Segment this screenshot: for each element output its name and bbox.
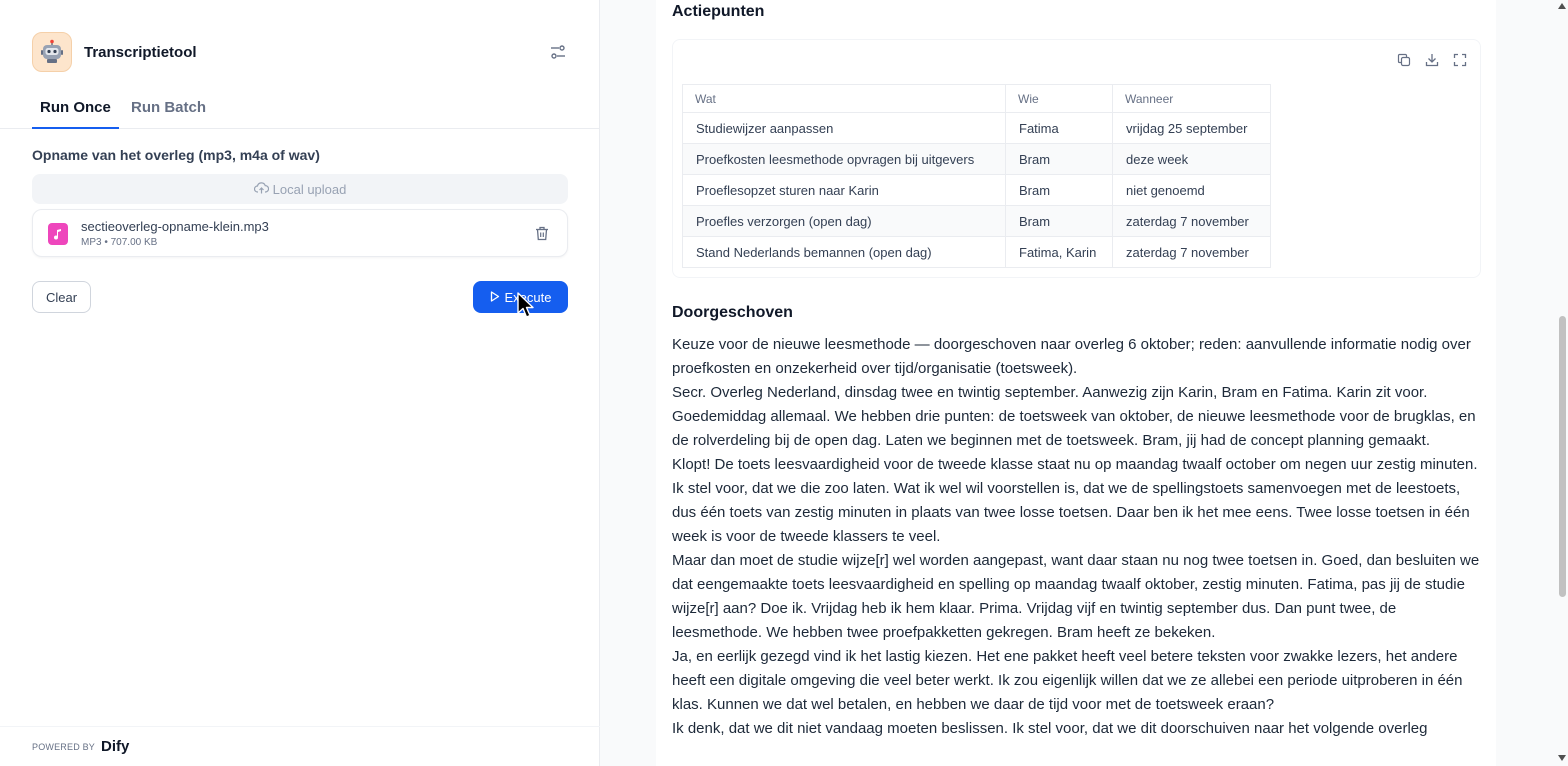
paragraph: Klopt! De toets leesvaardigheid voor de … [672,456,1478,545]
scroll-up-arrow-icon[interactable] [1558,3,1566,9]
table-row: Studiewijzer aanpassen Fatima vrijdag 25… [682,112,1271,144]
dify-logo[interactable]: Dify [101,738,129,755]
local-upload-button[interactable]: Local upload [32,174,568,204]
mouse-cursor-icon [517,292,534,318]
cell-wat: Studiewijzer aanpassen [682,112,1006,144]
table-header-row: Wat Wie Wanneer [682,84,1271,113]
file-meta: MP3 • 707.00 KB [81,237,157,248]
copy-icon[interactable] [1396,52,1412,68]
robot-icon [32,32,72,72]
audio-file-icon [48,223,68,245]
paragraph: Maar dan moet de studie wijze[r] wel wor… [672,552,1480,641]
local-upload-label: Local upload [272,181,347,197]
actiepunten-table-block: Wat Wie Wanneer Studiewijzer aanpassen F… [672,39,1481,278]
file-name: sectieoverleg-opname-klein.mp3 [81,219,269,234]
cell-wat: Proeflesopzet sturen naar Karin [682,174,1006,206]
table-row: Proefles verzorgen (open dag) Bram zater… [682,205,1271,237]
paragraph: Ik denk, dat we dit niet vandaag moeten … [672,720,1428,737]
paragraph: Secr. Overleg Nederland, dinsdag twee en… [672,384,1476,449]
cell-wanneer: deze week [1112,143,1271,175]
result-panel: Actiepunten Wat Wie Wanneer Studiewijzer… [600,0,1568,766]
app-title: Transcriptietool [84,43,197,61]
download-icon[interactable] [1424,52,1440,68]
run-tabs: Run Once Run Batch [0,92,600,129]
table-row: Proefkosten leesmethode opvragen bij uit… [682,143,1271,175]
doorgeschoven-heading: Doorgeschoven [672,304,793,321]
paragraph: Ja, en eerlijk gezegd vind ik het lastig… [672,648,1463,713]
actiepunten-heading: Actiepunten [672,3,765,20]
play-icon [490,290,500,305]
fullscreen-icon[interactable] [1452,52,1468,68]
trash-icon[interactable] [533,224,551,242]
cell-wie: Fatima, Karin [1005,236,1113,268]
cell-wanneer: niet genoemd [1112,174,1271,206]
scroll-down-arrow-icon[interactable] [1558,755,1566,761]
cell-wat: Proefkosten leesmethode opvragen bij uit… [682,143,1006,175]
file-size: 707.00 KB [110,237,158,248]
table-toolbar [1396,52,1468,68]
run-panel: Transcriptietool Run Once Run Batch Opna… [0,0,600,766]
cell-wat: Stand Nederlands bemannen (open dag) [682,236,1006,268]
cell-wat: Proefles verzorgen (open dag) [682,205,1006,237]
cell-wanneer: zaterdag 7 november [1112,236,1271,268]
table-row: Proeflesopzet sturen naar Karin Bram nie… [682,174,1271,206]
cell-wanneer: zaterdag 7 november [1112,205,1271,237]
file-field-label: Opname van het overleg (mp3, m4a of wav) [32,147,320,163]
cloud-upload-icon [253,181,269,197]
powered-by-label: POWERED BY [32,741,96,752]
uploaded-file-card: sectieoverleg-opname-klein.mp3 MP3 • 707… [32,209,568,257]
column-header-wat: Wat [682,84,1006,113]
table-row: Stand Nederlands bemannen (open dag) Fat… [682,236,1271,268]
column-header-wie: Wie [1005,84,1113,113]
column-header-wanneer: Wanneer [1112,84,1271,113]
tab-run-batch[interactable]: Run Batch [123,92,214,129]
cell-wie: Bram [1005,205,1113,237]
settings-sliders-icon[interactable] [548,42,568,62]
powered-by-footer: POWERED BY Dify [0,726,600,766]
clear-button[interactable]: Clear [32,281,91,313]
actiepunten-table: Wat Wie Wanneer Studiewijzer aanpassen F… [682,84,1271,268]
transcript-text: Keuze voor de nieuwe leesmethode — doorg… [672,333,1484,741]
tab-run-once[interactable]: Run Once [32,92,119,129]
app-header: Transcriptietool [32,32,568,72]
cell-wie: Fatima [1005,112,1113,144]
cell-wie: Bram [1005,143,1113,175]
paragraph: Keuze voor de nieuwe leesmethode — doorg… [672,336,1471,377]
cell-wie: Bram [1005,174,1113,206]
vertical-scrollbar[interactable] [1556,0,1568,766]
cell-wanneer: vrijdag 25 september [1112,112,1271,144]
scrollbar-thumb[interactable] [1559,316,1566,597]
file-type: MP3 [81,237,102,248]
